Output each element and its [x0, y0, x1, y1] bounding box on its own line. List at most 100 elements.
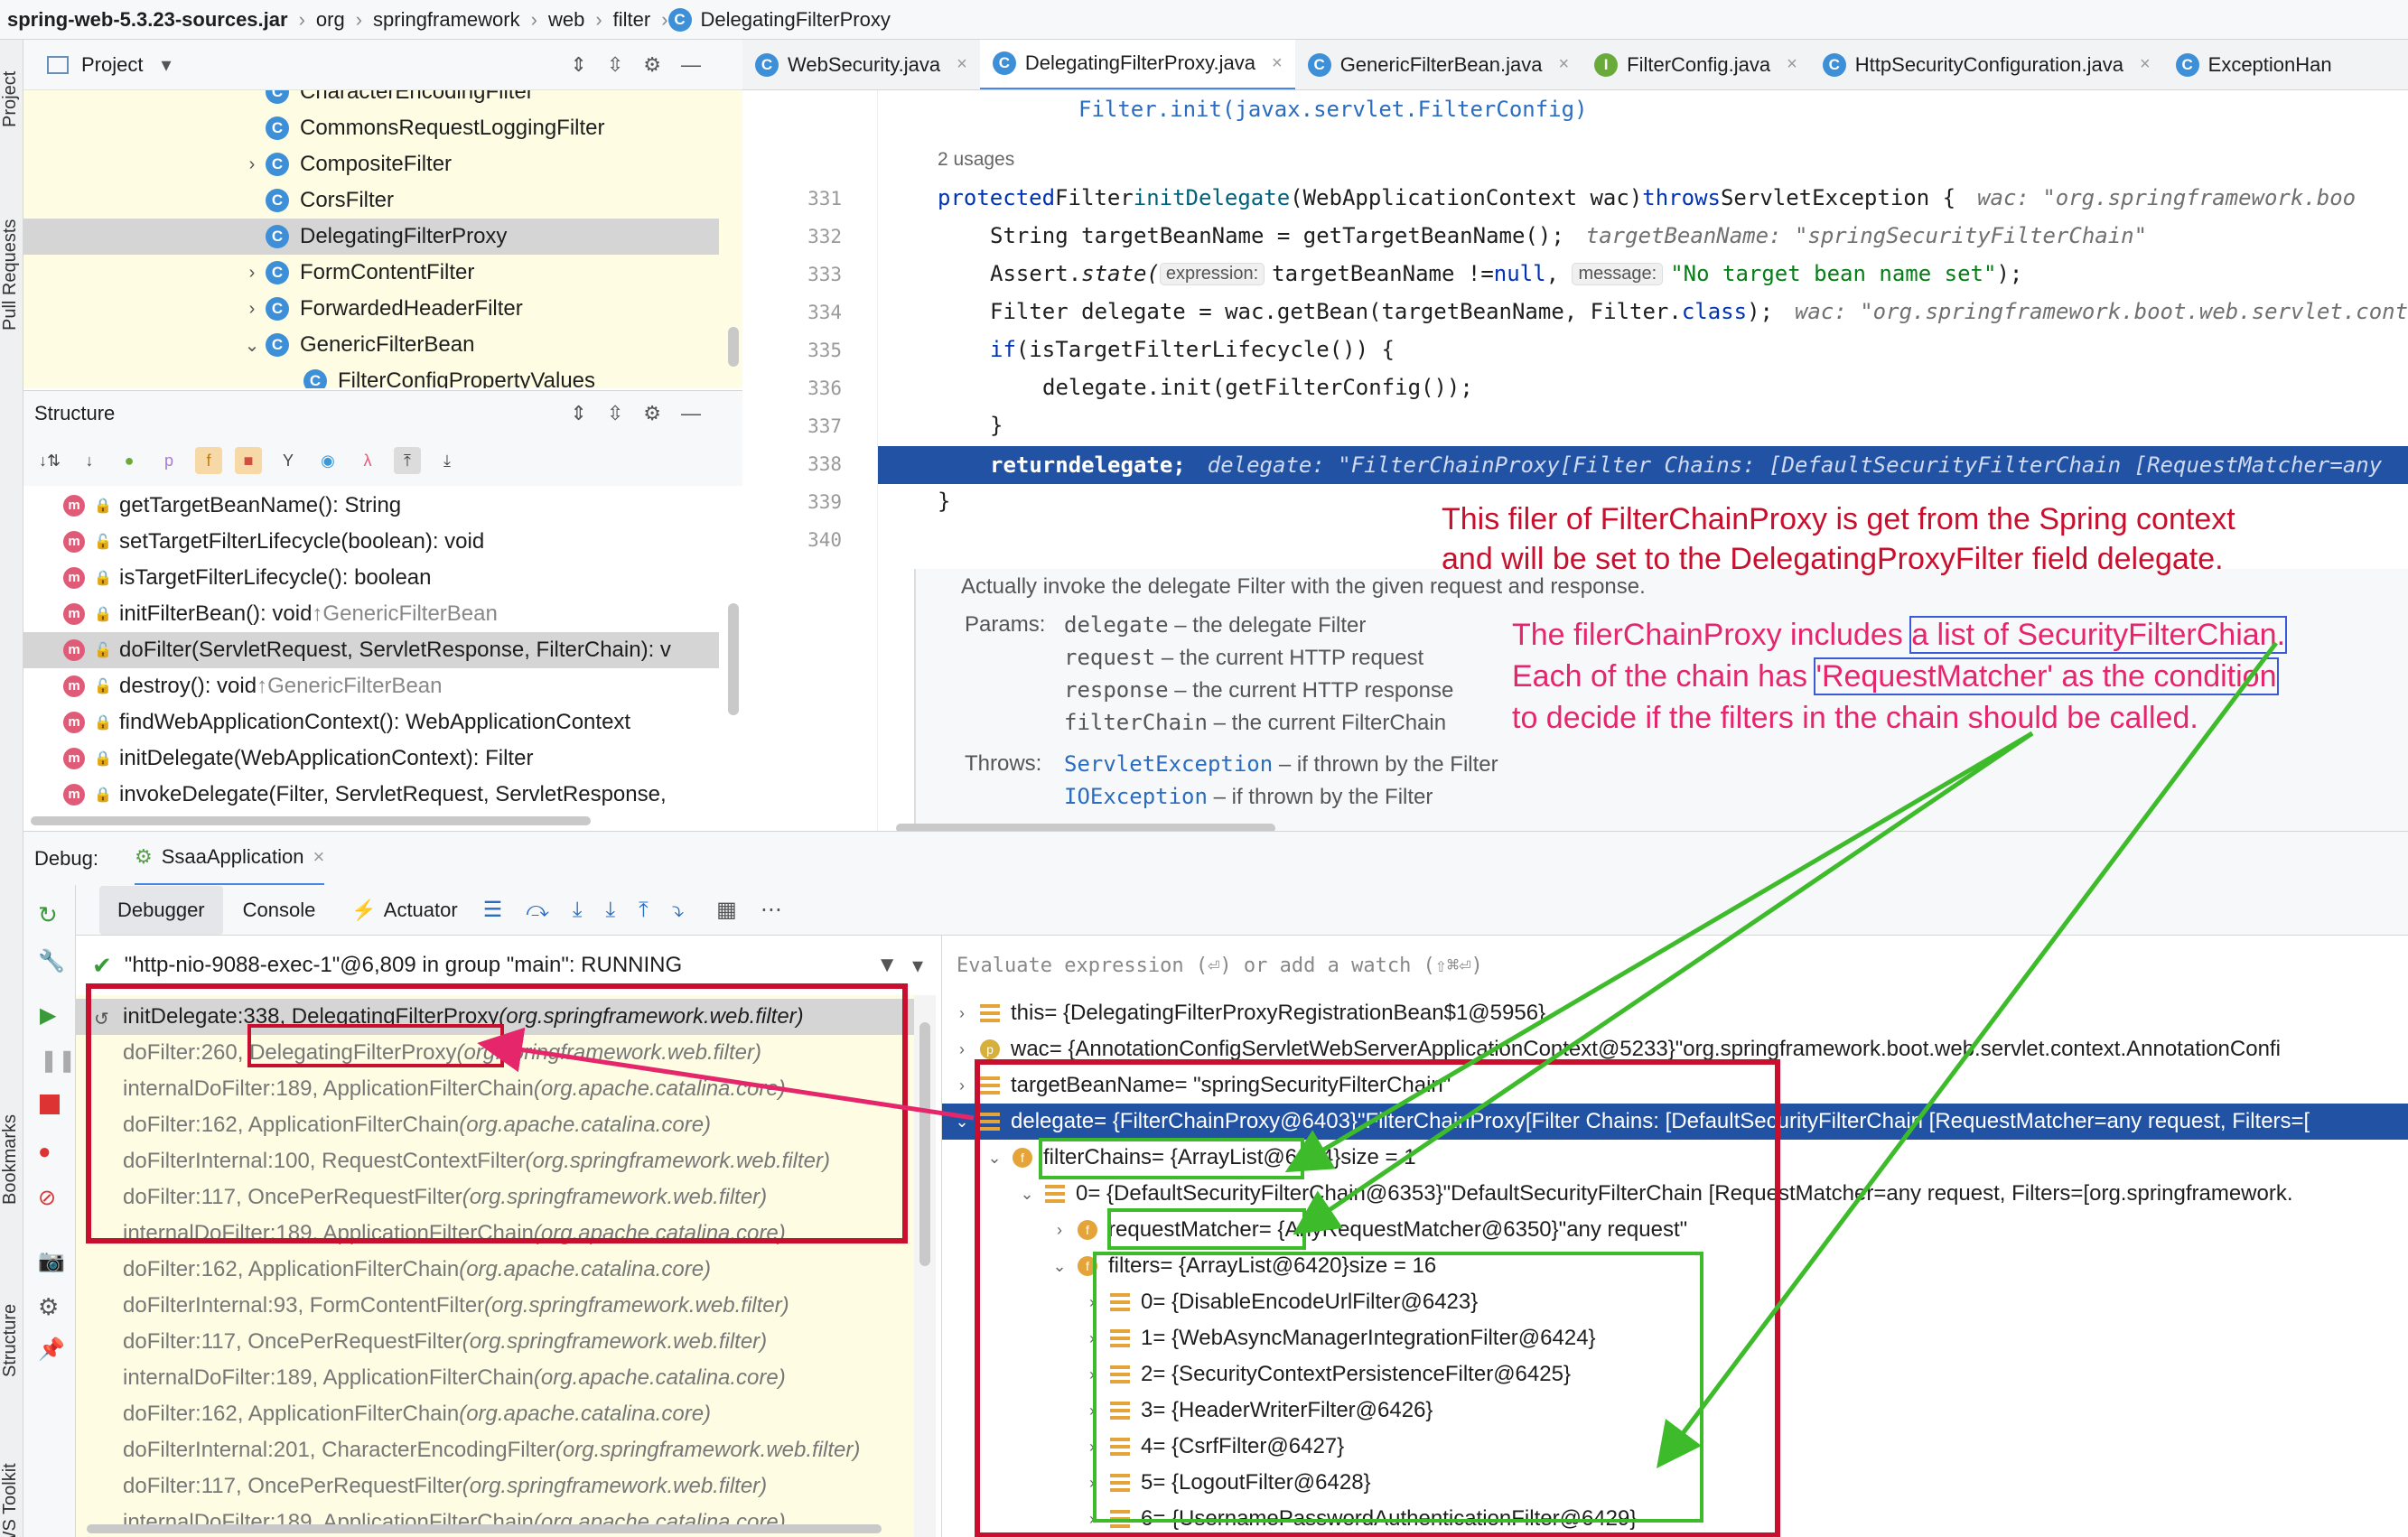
filter-icon[interactable]: ▼: [876, 953, 898, 978]
settings-icon[interactable]: ⚙: [38, 1293, 59, 1321]
chevron-right-icon[interactable]: ›: [1081, 1438, 1103, 1457]
project-title[interactable]: Project: [81, 53, 143, 77]
scrollbar[interactable]: [728, 603, 739, 715]
structure-method[interactable]: m 🔒 findWebApplicationContext(): WebApplic…: [23, 704, 719, 741]
chevron-right-icon[interactable]: ›: [951, 1004, 973, 1023]
frame-row[interactable]: doFilter:117, OncePerRequestFilter (org.…: [76, 1468, 914, 1504]
debug-session-tab[interactable]: ⚙ SsaaApplication ×: [134, 832, 325, 886]
chevron-right-icon[interactable]: ›: [1081, 1510, 1103, 1529]
camera-icon[interactable]: 📷: [38, 1248, 65, 1274]
variable-row[interactable]: › 1 = {WebAsyncManagerIntegrationFilter@6…: [942, 1320, 2408, 1356]
frame-row[interactable]: doFilter:162, ApplicationFilterChain (or…: [76, 1396, 914, 1432]
chevron-right-icon[interactable]: ›: [1081, 1365, 1103, 1384]
stop-icon[interactable]: [40, 1095, 60, 1114]
tab-genericfilterbean[interactable]: C GenericFilterBean.java ×: [1295, 40, 1582, 89]
doc-link[interactable]: Filter.init(javax.servlet.FilterConfig): [1078, 90, 1588, 128]
chevron-right-icon[interactable]: ›: [951, 1040, 973, 1059]
tab-filterconfig[interactable]: I FilterConfig.java ×: [1582, 40, 1810, 89]
tab-delegatingfilterproxy[interactable]: C DelegatingFilterProxy.java ×: [979, 40, 1295, 89]
panel-toolbar-icons[interactable]: ⇕⇳⚙—: [570, 53, 721, 77]
horizontal-scrollbar[interactable]: [896, 824, 1275, 831]
tree-item[interactable]: C CharacterEncodingFilter: [23, 90, 719, 110]
chevron-right-icon[interactable]: ›: [1081, 1293, 1103, 1312]
frame-row[interactable]: doFilter:162, ApplicationFilterChain (or…: [76, 1107, 914, 1143]
sort-visibility-icon[interactable]: ↓: [76, 447, 103, 474]
variable-row[interactable]: › p wac = {AnnotationConfigServletWebServe…: [942, 1031, 2408, 1067]
variable-row-selected[interactable]: ⌄ delegate = {FilterChainProxy@6403} "Fil…: [942, 1104, 2408, 1140]
rerun-icon[interactable]: ↻: [38, 901, 58, 929]
variable-row[interactable]: ⌄ f filterChains = {ArrayList@6404} size =…: [942, 1140, 2408, 1176]
lambda-icon[interactable]: λ: [354, 447, 381, 474]
chevron-right-icon[interactable]: ›: [238, 263, 266, 284]
structure-method[interactable]: m 🔒 invokeDelegate(Filter, ServletRequest,…: [23, 777, 719, 813]
breadcrumb-jar[interactable]: spring-web-5.3.23-sources.jar: [7, 8, 288, 32]
structure-method-selected[interactable]: m 🔓 doFilter(ServletRequest, ServletRespon…: [23, 632, 719, 668]
chevron-right-icon[interactable]: ›: [238, 154, 266, 175]
breadcrumb-web[interactable]: web: [548, 8, 584, 32]
structure-method[interactable]: m 🔓 setTargetFilterLifecycle(boolean): voi…: [23, 524, 719, 560]
chevron-right-icon[interactable]: ›: [1081, 1402, 1103, 1421]
frame-row[interactable]: doFilter:260, DelegatingFilterProxy (org…: [76, 1035, 914, 1071]
frame-row[interactable]: internalDoFilter:189, ApplicationFilterC…: [76, 1360, 914, 1396]
close-icon[interactable]: ×: [1558, 54, 1569, 75]
chevron-right-icon[interactable]: ›: [1081, 1329, 1103, 1348]
horizontal-scrollbar[interactable]: [31, 816, 591, 825]
tab-actuator[interactable]: Actuator: [384, 899, 458, 922]
chevron-down-icon[interactable]: ⌄: [1016, 1185, 1038, 1204]
panel-toolbar-icons[interactable]: ⇕⇳⚙—: [570, 402, 721, 425]
tool-structure[interactable]: Structure: [0, 1277, 23, 1403]
sort-alpha-icon[interactable]: ↓⇅: [36, 447, 63, 474]
tree-item[interactable]: C CorsFilter: [23, 182, 719, 219]
tab-debugger[interactable]: Debugger: [99, 885, 223, 935]
wrench-icon[interactable]: 🔧: [38, 948, 65, 974]
frame-row[interactable]: doFilter:162, ApplicationFilterChain (or…: [76, 1252, 914, 1288]
evaluate-toolbar-icons[interactable]: ▦⋯: [716, 897, 806, 923]
structure-method[interactable]: m 🔒 isTargetFilterLifecycle(): boolean: [23, 560, 719, 596]
view-breakpoints-icon[interactable]: ●: [38, 1140, 51, 1165]
usages-hint[interactable]: 2 usages: [938, 141, 1014, 179]
structure-method[interactable]: m 🔓 destroy(): void ↑GenericFilterBean: [23, 668, 719, 704]
tree-item[interactable]: › C FormContentFilter: [23, 255, 719, 291]
tab-exceptionhandler[interactable]: C ExceptionHan: [2163, 40, 2345, 89]
chevron-right-icon[interactable]: ›: [238, 299, 266, 320]
variable-row[interactable]: › 3 = {HeaderWriterFilter@6426}: [942, 1393, 2408, 1429]
scrollbar[interactable]: [728, 327, 739, 367]
evaluate-expression-input[interactable]: Evaluate expression (⏎) or add a watch (…: [941, 936, 2408, 995]
variable-row[interactable]: ⌄ 0 = {DefaultSecurityFilterChain@6353} "…: [942, 1176, 2408, 1212]
tab-console[interactable]: Console: [243, 899, 316, 922]
breadcrumb-org[interactable]: org: [316, 8, 345, 32]
frame-row[interactable]: doFilterInternal:100, RequestContextFilt…: [76, 1143, 914, 1179]
tree-item[interactable]: › C ForwardedHeaderFilter: [23, 291, 719, 327]
frame-row[interactable]: doFilterInternal:201, CharacterEncodingF…: [76, 1432, 914, 1468]
chevron-right-icon[interactable]: ›: [1081, 1474, 1103, 1493]
tree-item[interactable]: C FilterConfigPropertyValues: [23, 363, 719, 388]
close-icon[interactable]: ×: [2140, 54, 2151, 75]
inherited-icon[interactable]: ●: [116, 447, 143, 474]
pin-icon[interactable]: 📌: [38, 1337, 65, 1363]
breadcrumb-class[interactable]: DelegatingFilterProxy: [701, 8, 891, 32]
close-icon[interactable]: ×: [1272, 53, 1283, 74]
frame-row[interactable]: internalDoFilter:189, ApplicationFilterC…: [76, 1071, 914, 1107]
frame-row[interactable]: doFilterInternal:93, FormContentFilter (…: [76, 1288, 914, 1324]
chevron-right-icon[interactable]: ›: [1049, 1221, 1070, 1240]
chevron-down-icon[interactable]: ⌄: [984, 1149, 1005, 1168]
scrollbar[interactable]: [919, 1022, 930, 1266]
tab-websecurity[interactable]: C WebSecurity.java ×: [742, 40, 980, 89]
structure-method[interactable]: m 🔒 initFilterBean(): void ↑GenericFilterB…: [23, 596, 719, 632]
frame-row[interactable]: internalDoFilter:189, ApplicationFilterC…: [76, 1216, 914, 1252]
variable-row[interactable]: › 6 = {UsernamePasswordAuthenticationFilt…: [942, 1501, 2408, 1537]
tree-item[interactable]: › C CompositeFilter: [23, 146, 719, 182]
frame-row[interactable]: doFilter:117, OncePerRequestFilter (org.…: [76, 1324, 914, 1360]
variable-row[interactable]: › 5 = {LogoutFilter@6428}: [942, 1465, 2408, 1501]
mute-breakpoints-icon[interactable]: ⊘: [38, 1185, 56, 1211]
frame-row-current[interactable]: initDelegate:338, DelegatingFilterProxy …: [76, 999, 914, 1035]
horizontal-scrollbar[interactable]: [87, 1524, 882, 1533]
chevron-down-icon[interactable]: ⌄: [1049, 1257, 1070, 1276]
fields-icon[interactable]: f: [195, 447, 222, 474]
stepping-toolbar-icons[interactable]: ☰⤼⤓⤓⤒⤵: [483, 897, 707, 923]
autoscroll-to-source-icon[interactable]: ⤒: [394, 447, 421, 474]
autoscroll-from-source-icon[interactable]: ⤓: [434, 447, 461, 474]
tool-aws-toolkit[interactable]: AWS Toolkit: [0, 1449, 23, 1537]
non-public-icon[interactable]: ■: [235, 447, 262, 474]
doc-throws-link[interactable]: IOException: [1064, 784, 1208, 809]
